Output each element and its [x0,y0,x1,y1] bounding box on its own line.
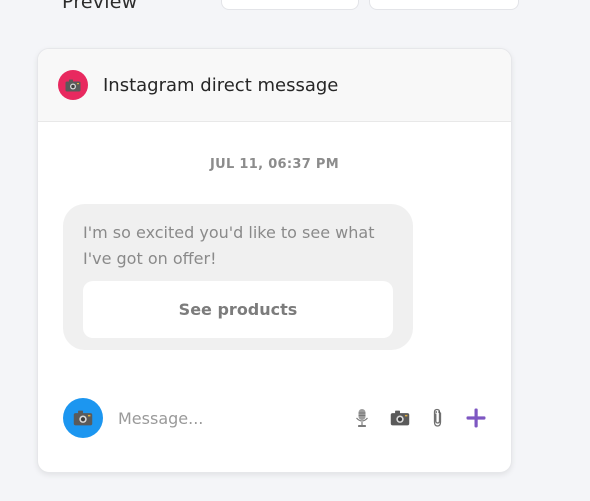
card-title: Instagram direct message [103,74,339,96]
top-button-left[interactable] [221,0,359,10]
camera-icon[interactable] [389,407,411,429]
message-input[interactable] [118,408,318,428]
instagram-preview-card: Instagram direct message JUL 11, 06:37 P… [37,48,512,473]
message-bubble: I'm so excited you'd like to see what I'… [63,204,413,350]
message-timestamp: JUL 11, 06:37 PM [210,157,339,172]
see-products-button[interactable]: See products [83,281,393,338]
message-composer [63,398,487,438]
message-text: I'm so excited you'd like to see what I'… [83,223,375,268]
camera-icon [73,410,93,426]
instagram-camera-icon [58,70,88,100]
preview-heading: Preview [62,0,138,13]
top-button-right[interactable] [369,0,519,10]
composer-actions [351,407,487,429]
preview-panel: Preview Instagram direct message JUL 11,… [0,0,590,501]
camera-button[interactable] [63,398,103,438]
plus-icon[interactable] [465,407,487,429]
card-header: Instagram direct message [38,49,511,122]
microphone-icon[interactable] [351,407,373,429]
paperclip-icon[interactable] [427,407,449,429]
